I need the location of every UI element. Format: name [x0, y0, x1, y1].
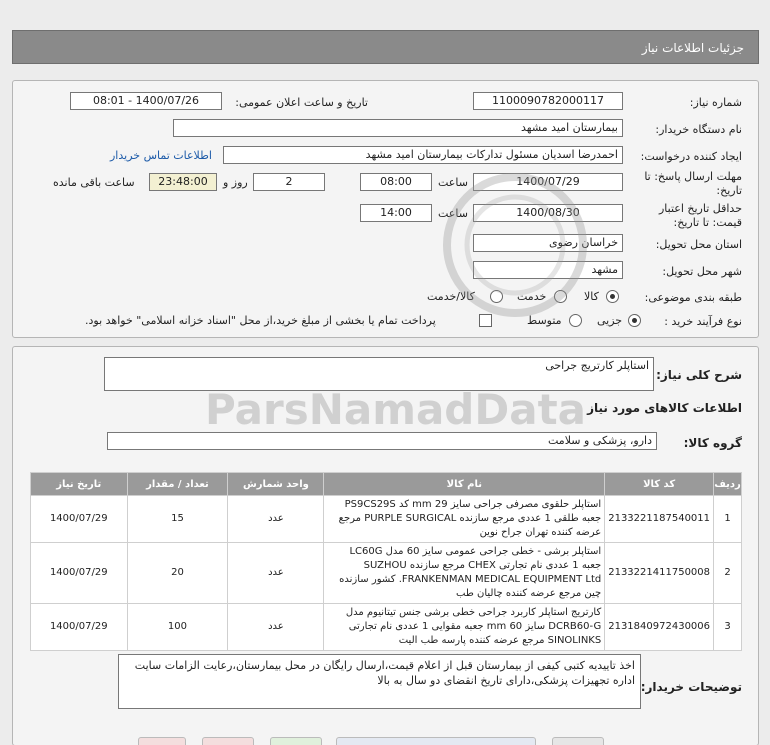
- table-row: 3 2131840972430006 کارتریج استاپلر کاربر…: [30, 603, 742, 651]
- process-medium-label: متوسط: [527, 314, 562, 327]
- general-desc-field: استاپلر کارتریج جراحی: [104, 357, 654, 391]
- cell-code: 2133221411750008: [604, 542, 715, 604]
- requester-field: احمدرضا اسدیان مسئول تدارکات بیمارستان ا…: [223, 146, 623, 164]
- process-type-label: نوع فرآیند خرید :: [664, 315, 742, 328]
- table-row: 1 2133221187540011 استاپلر حلقوی مصرفی ج…: [30, 495, 742, 543]
- process-minor-radio[interactable]: [628, 314, 641, 327]
- cell-name: کارتریج استاپلر کاربرد جراحی خطی برشی جن…: [323, 603, 606, 651]
- buyer-org-field: بیمارستان امید مشهد: [173, 119, 623, 137]
- buyer-notes-field: اخذ تاییدیه کتبی کیفی از بیمارستان قبل ا…: [118, 654, 641, 709]
- days-remaining-field: 2: [253, 173, 325, 191]
- process-medium-radio[interactable]: [569, 314, 582, 327]
- goods-info-title: اطلاعات کالاهای مورد نیاز: [587, 401, 742, 415]
- cell-name: استاپلر حلقوی مصرفی جراحی سایز 29 mm کد …: [323, 495, 606, 543]
- col-header-qty: تعداد / مقدار: [126, 472, 229, 496]
- category-label: طبقه بندی موضوعی:: [644, 291, 742, 304]
- category-goods-service-label: کالا/خدمت: [427, 290, 475, 303]
- process-minor-label: جزیی: [597, 314, 623, 327]
- cell-code: 2131840972430006: [604, 603, 715, 651]
- general-desc-label: شرح کلی نیاز:: [656, 368, 742, 382]
- deadline-time-field: 08:00: [360, 173, 432, 191]
- col-header-name: نام کالا: [323, 472, 606, 496]
- remaining-time-field: 23:48:00: [149, 173, 217, 191]
- page-title: جزئیات اطلاعات نیاز: [641, 41, 744, 55]
- cell-qty: 100: [126, 603, 229, 651]
- announce-label: تاریخ و ساعت اعلان عمومی:: [235, 96, 368, 109]
- bottom-button-5[interactable]: [552, 737, 604, 745]
- validity-label-line1: حداقل تاریخ اعتبار: [658, 202, 742, 215]
- requester-label: ایجاد کننده درخواست:: [640, 150, 742, 163]
- bottom-button-2[interactable]: [202, 737, 254, 745]
- cell-unit: عدد: [227, 542, 325, 604]
- cell-qty: 15: [126, 495, 229, 543]
- cell-code: 2133221187540011: [604, 495, 715, 543]
- page-header: جزئیات اطلاعات نیاز: [12, 30, 759, 64]
- deadline-date-field: 1400/07/29: [473, 173, 623, 191]
- goods-group-field: دارو، پزشکی و سلامت: [107, 432, 657, 450]
- cell-unit: عدد: [227, 495, 325, 543]
- col-header-code: کد کالا: [604, 472, 715, 496]
- days-label: روز و: [223, 176, 248, 189]
- cell-row-number: 2: [713, 542, 742, 604]
- cell-date: 1400/07/29: [30, 495, 128, 543]
- province-label: استان محل تحویل:: [655, 238, 742, 251]
- col-header-date: تاریخ نیاز: [30, 472, 128, 496]
- category-service-radio[interactable]: [554, 290, 567, 303]
- treasury-text: پرداخت تمام یا بخشی از مبلغ خرید،از محل …: [85, 314, 436, 327]
- need-number-field: 1100090782000117: [473, 92, 623, 110]
- announce-datetime-field: 1400/07/26 - 08:01: [70, 92, 222, 110]
- buyer-contact-link[interactable]: اطلاعات تماس خریدار: [110, 149, 212, 162]
- cell-date: 1400/07/29: [30, 542, 128, 604]
- province-field: خراسان رضوی: [473, 234, 623, 252]
- deadline-label-line2: تاریخ:: [716, 184, 742, 197]
- bottom-button-4[interactable]: [336, 737, 536, 745]
- category-goods-label: کالا: [584, 290, 599, 303]
- goods-table: ردیف کد کالا نام کالا واحد شمارش تعداد /…: [30, 472, 742, 651]
- bottom-button-3[interactable]: [270, 737, 322, 745]
- col-header-row: ردیف: [713, 472, 742, 496]
- validity-date-field: 1400/08/30: [473, 204, 623, 222]
- cell-name: استاپلر برشی - خطی جراحی عمومی سایز 60 م…: [323, 542, 606, 604]
- col-header-unit: واحد شمارش: [227, 472, 325, 496]
- category-service-label: خدمت: [517, 290, 547, 303]
- validity-time-label: ساعت: [438, 207, 468, 220]
- city-field: مشهد: [473, 261, 623, 279]
- need-number-label: شماره نیاز:: [689, 96, 742, 109]
- category-goods-radio[interactable]: [606, 290, 619, 303]
- goods-group-label: گروه کالا:: [683, 436, 742, 450]
- remaining-time-label: ساعت باقی مانده: [53, 176, 135, 189]
- cell-row-number: 3: [713, 603, 742, 651]
- buyer-org-label: نام دستگاه خریدار:: [655, 123, 742, 136]
- treasury-checkbox[interactable]: [479, 314, 492, 327]
- table-row: 2 2133221411750008 استاپلر برشی - خطی جر…: [30, 542, 742, 604]
- cell-row-number: 1: [713, 495, 742, 543]
- buyer-notes-label: توضیحات خریدار:: [640, 680, 742, 694]
- city-label: شهر محل تحویل:: [662, 265, 742, 278]
- deadline-time-label: ساعت: [438, 176, 468, 189]
- table-header-row: ردیف کد کالا نام کالا واحد شمارش تعداد /…: [30, 472, 742, 496]
- deadline-label-line1: مهلت ارسال پاسخ: تا: [644, 170, 742, 183]
- cell-qty: 20: [126, 542, 229, 604]
- bottom-button-1[interactable]: [138, 737, 186, 745]
- validity-label-line2: قیمت: تا تاریخ:: [673, 216, 742, 229]
- validity-time-field: 14:00: [360, 204, 432, 222]
- category-goods-service-radio[interactable]: [490, 290, 503, 303]
- cell-unit: عدد: [227, 603, 325, 651]
- cell-date: 1400/07/29: [30, 603, 128, 651]
